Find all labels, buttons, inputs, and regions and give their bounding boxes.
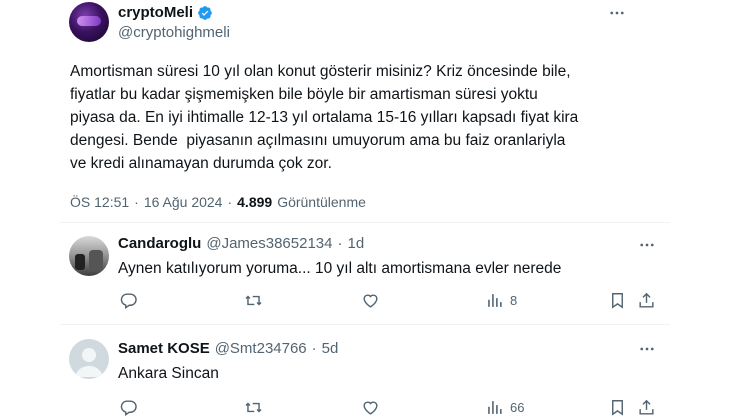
reply-author-name[interactable]: Samet KOSE: [118, 340, 210, 357]
avatar[interactable]: [69, 236, 109, 276]
action-bar: 8: [0, 291, 730, 313]
reply-separator: ·: [311, 340, 317, 357]
author-handle[interactable]: @cryptohighmeli: [118, 24, 230, 41]
reply-time[interactable]: 5d: [322, 340, 339, 357]
reply-button[interactable]: [119, 291, 138, 310]
avatar[interactable]: [69, 339, 109, 379]
reply-author-handle[interactable]: @James38652134: [206, 235, 332, 252]
default-user-icon: [75, 348, 103, 377]
author-row: cryptoMeli: [118, 4, 213, 21]
share-icon: [639, 399, 654, 415]
reply-header: Samet KOSE @Smt234766 · 5d: [118, 340, 338, 357]
avatar[interactable]: [69, 2, 109, 42]
reply-views-count: 8: [510, 293, 518, 308]
heart-icon: [363, 294, 378, 308]
more-horizontal-icon: [640, 347, 654, 351]
reply-icon: [120, 293, 137, 309]
reply-separator: ·: [337, 235, 343, 252]
more-options-button[interactable]: [607, 3, 627, 23]
reply-icon: [120, 400, 137, 416]
tweet-text: Amortisman süresi 10 yıl olan konut göst…: [70, 63, 579, 172]
reply-tweet[interactable]: Candaroglu @James38652134 · 1d Aynen kat…: [0, 223, 730, 323]
repost-icon: [245, 295, 262, 306]
reply-tweet[interactable]: Samet KOSE @Smt234766 · 5d Ankara Sincan…: [0, 325, 730, 420]
tweet-meta: ÖS 12:51 · 16 Ağu 2024 · 4.899 Görüntüle…: [70, 194, 366, 210]
repost-button[interactable]: [244, 398, 263, 417]
views-chart-icon: [488, 294, 502, 307]
like-button[interactable]: [361, 291, 380, 310]
views-button[interactable]: 8: [485, 291, 517, 310]
more-horizontal-icon: [610, 11, 624, 15]
meta-separator: ·: [134, 194, 139, 210]
reply-text: Ankara Sincan: [118, 365, 219, 382]
share-icon: [639, 292, 654, 308]
reply-views-count: 66: [510, 400, 525, 415]
main-tweet: cryptoMeli @cryptohighmeli Amortisman sü…: [0, 0, 730, 222]
reply-button[interactable]: [119, 398, 138, 417]
meta-separator: ·: [227, 194, 233, 210]
heart-icon: [363, 401, 378, 415]
reply-author-handle[interactable]: @Smt234766: [215, 340, 307, 357]
tweet-time[interactable]: ÖS 12:51: [70, 194, 129, 210]
verified-badge-icon: [198, 5, 212, 20]
views-label: Görüntülenme: [277, 194, 366, 210]
action-bar: 66: [0, 398, 730, 420]
more-horizontal-icon: [640, 243, 654, 247]
reply-author-name[interactable]: Candaroglu: [118, 235, 201, 252]
reply-time[interactable]: 1d: [348, 235, 365, 252]
like-button[interactable]: [361, 398, 380, 417]
repost-icon: [245, 402, 262, 413]
bookmark-icon: [612, 293, 623, 309]
reply-header: Candaroglu @James38652134 · 1d: [118, 235, 364, 252]
bookmark-icon: [612, 400, 623, 416]
tweet-date[interactable]: 16 Ağu 2024: [144, 194, 223, 210]
reply-text: Aynen katılıyorum yoruma... 10 yıl altı …: [118, 260, 562, 277]
views-count: 4.899: [237, 194, 273, 210]
bookmark-button[interactable]: [608, 398, 627, 417]
share-button[interactable]: [637, 291, 656, 310]
bookmark-button[interactable]: [608, 291, 627, 310]
author-display-name[interactable]: cryptoMeli: [118, 4, 193, 21]
views-button[interactable]: 66: [485, 398, 524, 417]
more-options-button[interactable]: [637, 339, 657, 359]
views-chart-icon: [488, 401, 502, 414]
more-options-button[interactable]: [637, 235, 657, 255]
share-button[interactable]: [637, 398, 656, 417]
repost-button[interactable]: [244, 291, 263, 310]
